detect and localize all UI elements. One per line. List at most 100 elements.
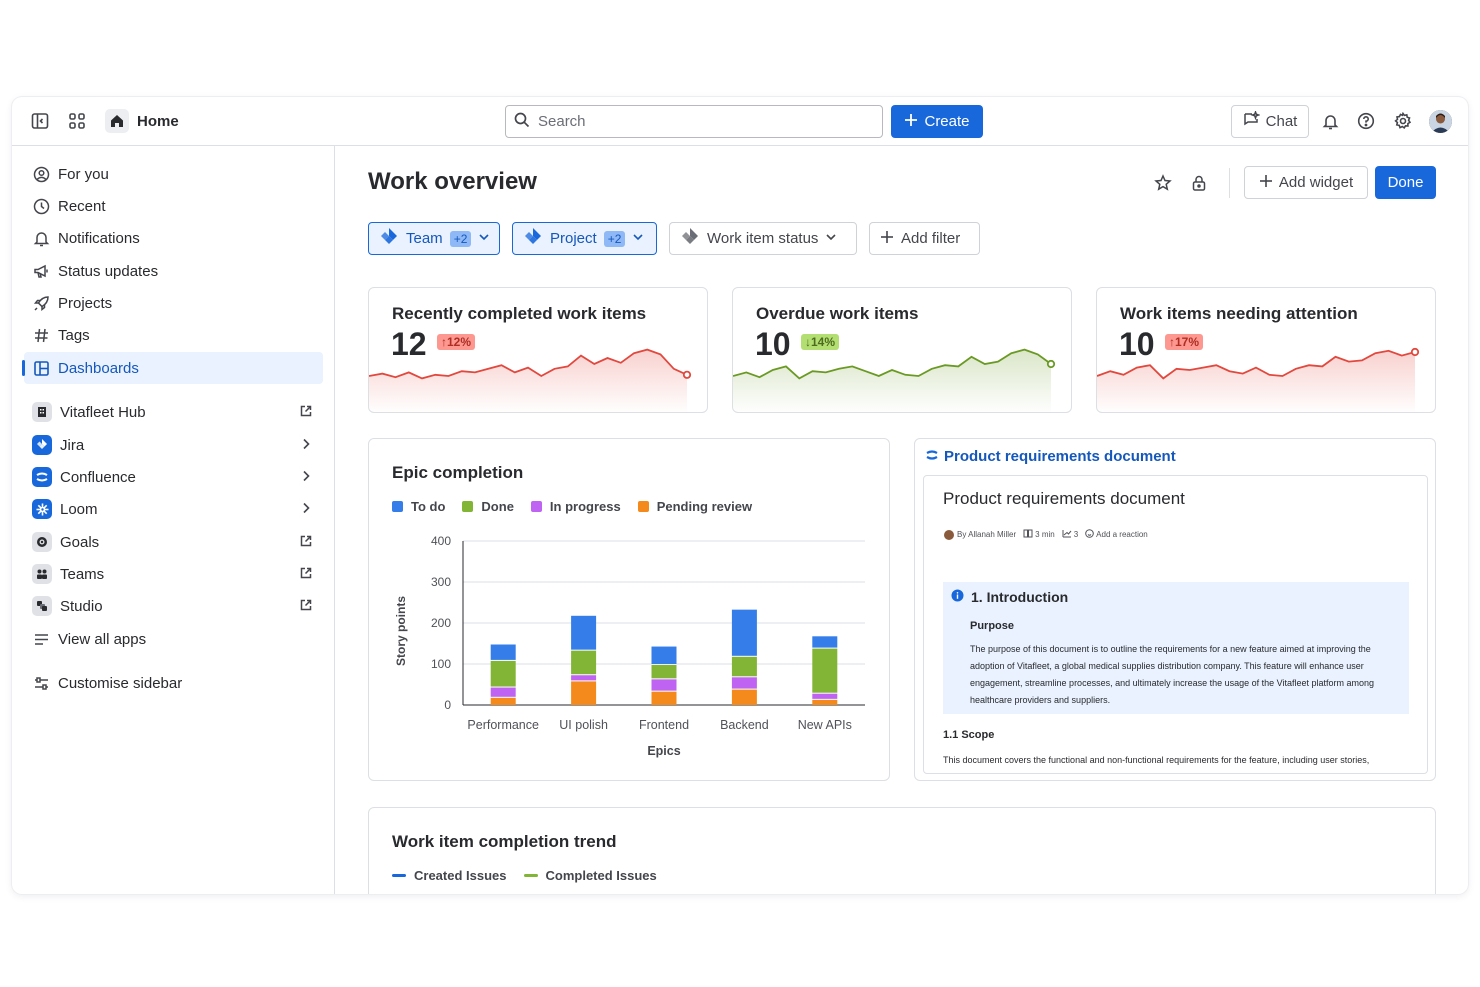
teams-icon: [32, 564, 52, 584]
stat-card-needing-attention[interactable]: Work items needing attention 10 ↑17%: [1096, 287, 1436, 413]
sidebar-item-recent[interactable]: Recent: [24, 190, 323, 222]
confluence-icon: [926, 448, 938, 465]
info-panel: 1. Introduction Purpose The purpose of t…: [943, 582, 1409, 714]
chevron-right-icon[interactable]: [299, 501, 313, 515]
chat-button[interactable]: Chat: [1231, 105, 1309, 138]
plus-icon: [880, 230, 894, 248]
hash-icon: [32, 326, 50, 344]
create-label: Create: [924, 113, 970, 130]
home-link[interactable]: Home: [105, 109, 179, 133]
main-content: Work overview Add widget Done Team +2 Pr…: [336, 146, 1468, 894]
sidebar-app-label: Goals: [60, 533, 100, 551]
section-paragraph: This document covers the functional and …: [943, 755, 1370, 773]
bell-icon[interactable]: [1319, 110, 1341, 132]
sparkline-area: [369, 349, 687, 412]
x-tick-label: UI polish: [559, 718, 608, 732]
sidebar-item-tags[interactable]: Tags: [24, 319, 323, 351]
bar-segment-in-progress: [731, 677, 757, 689]
sidebar-item-for-you[interactable]: For you: [24, 158, 323, 190]
sidebar-app-loom[interactable]: Loom: [24, 493, 323, 525]
legend-item[interactable]: Created Issues: [392, 868, 507, 883]
user-avatar[interactable]: [1429, 110, 1452, 133]
bar-segment-done: [651, 665, 677, 679]
lock-icon[interactable]: [1188, 172, 1210, 194]
sidebar-item-status-updates[interactable]: Status updates: [24, 255, 323, 287]
chart-title: Work item completion trend: [392, 832, 617, 851]
sidebar-app-studio[interactable]: Studio: [24, 590, 323, 622]
plus-icon: [1259, 174, 1273, 192]
sidebar-app-confluence[interactable]: Confluence: [24, 461, 323, 493]
document-link[interactable]: Product requirements document: [926, 448, 1176, 465]
done-button[interactable]: Done: [1375, 166, 1436, 199]
add-widget-label: Add widget: [1278, 174, 1354, 191]
x-axis-title: Epics: [647, 744, 680, 758]
sparkline: [369, 348, 692, 412]
sidebar-app-teams[interactable]: Teams: [24, 558, 323, 590]
legend-item[interactable]: Completed Issues: [523, 868, 657, 883]
star-icon[interactable]: [1152, 172, 1174, 194]
sidebar-view-all-apps[interactable]: View all apps: [24, 623, 323, 655]
add-reaction-label: Add a reaction: [1096, 530, 1148, 539]
sidebar-app-goals[interactable]: Goals: [24, 526, 323, 558]
clock-icon: [32, 197, 50, 215]
sidebar-item-notifications[interactable]: Notifications: [24, 222, 323, 254]
legend-label: To do: [411, 499, 446, 514]
top-bar: Home Create Chat: [12, 97, 1468, 146]
y-tick-label: 200: [431, 616, 451, 630]
add-reaction[interactable]: Add a reaction: [1085, 529, 1148, 540]
legend-item[interactable]: Pending review: [637, 499, 752, 514]
stat-card-overdue[interactable]: Overdue work items 10 ↓14%: [732, 287, 1072, 413]
y-tick-label: 0: [444, 698, 451, 712]
sidebar-item-label: Dashboards: [58, 359, 139, 377]
chevron-right-icon[interactable]: [299, 437, 313, 451]
document-heading: Product requirements document: [943, 489, 1185, 508]
jira-icon: [523, 227, 543, 251]
app-window: Home Create Chat: [12, 97, 1468, 894]
bar-segment-to-do: [812, 636, 838, 648]
sidebar-app-label: Confluence: [60, 468, 136, 486]
search-box[interactable]: [505, 105, 883, 138]
create-button[interactable]: Create: [891, 105, 983, 138]
sidebar-app-vitafleet-hub[interactable]: Vitafleet Hub: [24, 396, 323, 428]
external-link-icon[interactable]: [299, 566, 313, 580]
sidebar-toggle-icon[interactable]: [29, 110, 51, 132]
filter-team[interactable]: Team +2: [368, 222, 500, 255]
sparkline-end-point: [682, 370, 692, 379]
legend-item[interactable]: In progress: [530, 499, 621, 514]
search-input[interactable]: [538, 113, 858, 130]
sidebar-app-jira[interactable]: Jira: [24, 429, 323, 461]
gear-icon[interactable]: [1392, 110, 1414, 132]
sidebar-item-label: Projects: [58, 294, 113, 312]
document-preview[interactable]: Product requirements document By Allanah…: [923, 475, 1428, 774]
sidebar-item-dashboards[interactable]: Dashboards: [24, 352, 323, 384]
stat-card-recently-completed[interactable]: Recently completed work items 12 ↑12%: [368, 287, 708, 413]
epic-bar-chart: 0 100 200 300 400 Performance UI polish Fronten…: [394, 534, 865, 758]
section-heading: 1.1 Scope: [943, 729, 995, 741]
app-switcher-icon[interactable]: [66, 110, 88, 132]
legend-swatch: [392, 501, 403, 512]
sidebar-item-label: Status updates: [58, 262, 159, 280]
add-filter-label: Add filter: [901, 230, 961, 247]
external-link-icon[interactable]: [299, 404, 313, 418]
sidebar-item-projects[interactable]: Projects: [24, 287, 323, 319]
y-tick-label: 100: [431, 657, 451, 671]
external-link-icon[interactable]: [299, 534, 313, 548]
filter-work-item-status[interactable]: Work item status: [669, 222, 857, 255]
chevron-right-icon[interactable]: [299, 469, 313, 483]
customise-sidebar[interactable]: Customise sidebar: [24, 667, 323, 699]
sparkline-end-point: [1410, 347, 1420, 357]
filter-project[interactable]: Project +2: [512, 222, 657, 255]
y-axis-title: Story points: [394, 596, 408, 666]
external-link-icon[interactable]: [299, 598, 313, 612]
legend-item[interactable]: To do: [392, 499, 445, 514]
bar-segment-in-progress: [571, 675, 597, 681]
chevron-down-icon: [825, 230, 837, 247]
sidebar-item-label: For you: [58, 165, 109, 183]
help-icon[interactable]: [1355, 110, 1377, 132]
customise-label: Customise sidebar: [58, 674, 183, 692]
legend-item[interactable]: Done: [462, 499, 514, 514]
add-widget-button[interactable]: Add widget: [1244, 166, 1368, 199]
completion-trend-card: Work item completion trend Created Issue…: [368, 807, 1436, 894]
add-filter-button[interactable]: Add filter: [869, 222, 980, 255]
chevron-down-icon: [478, 230, 490, 247]
